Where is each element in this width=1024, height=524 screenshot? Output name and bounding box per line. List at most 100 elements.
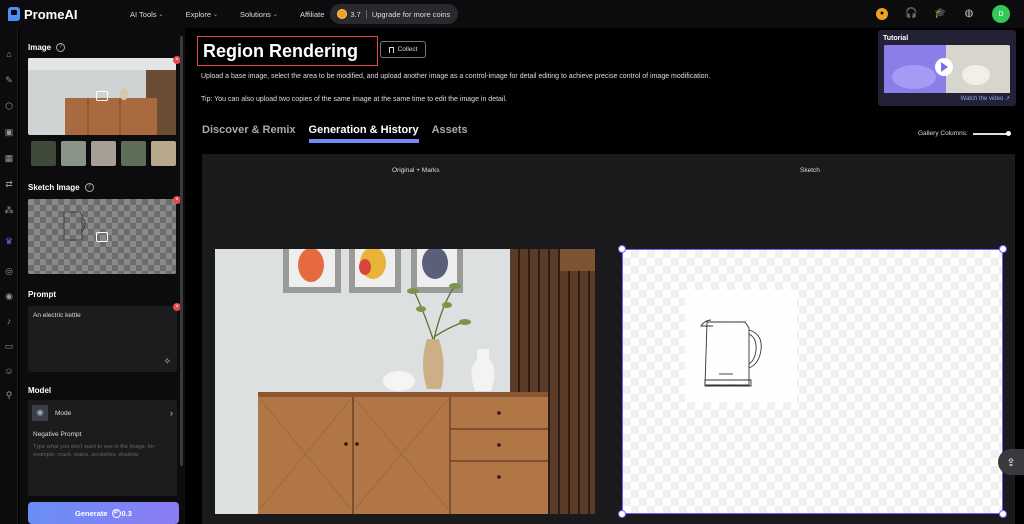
coin-balance: 3.7 xyxy=(350,9,361,19)
bell-icon[interactable]: ♪ xyxy=(3,315,15,327)
original-marks-label: Original + Marks xyxy=(392,167,440,174)
brush-icon[interactable]: ✎ xyxy=(3,74,15,86)
sample-thumbnail[interactable] xyxy=(151,141,176,166)
divider xyxy=(365,9,367,19)
tab-discover-remix[interactable]: Discover & Remix xyxy=(202,124,296,143)
sketch-canvas[interactable] xyxy=(622,249,1003,514)
prompt-label: Prompt xyxy=(28,290,56,299)
model-selector[interactable]: ✺ Mode › xyxy=(28,400,177,426)
crop-handle-bottom-left[interactable] xyxy=(618,510,626,518)
negative-prompt-placeholder: Type what you don't want to see in the i… xyxy=(33,444,155,458)
settings-panel: Image ? × Sketch Image ? × Prompt An ele… xyxy=(19,28,185,524)
help-icon[interactable]: ? xyxy=(84,183,94,192)
negative-prompt-label: Negative Prompt xyxy=(33,431,82,438)
negative-prompt-field[interactable]: Negative Prompt Type what you don't want… xyxy=(28,426,177,459)
top-navigation-bar: PromeAI AI Tools ⌄ Explore ⌄ Solutions ⌄ Af… xyxy=(0,0,1024,28)
model-label: Model xyxy=(28,386,52,395)
chevron-down-icon: ⌄ xyxy=(213,11,219,18)
prompt-input[interactable]: An electric kettle ✧ xyxy=(28,306,177,372)
crop-handle-bottom-right[interactable] xyxy=(999,510,1007,518)
graduation-cap-icon[interactable]: 🎓 xyxy=(934,8,946,20)
collect-button[interactable]: Collect xyxy=(380,41,426,58)
tab-generation-history[interactable]: Generation & History xyxy=(308,124,419,143)
coin-icon xyxy=(337,9,348,19)
swap-icon[interactable]: ⇄ xyxy=(3,178,15,190)
base-image-upload[interactable] xyxy=(28,58,176,135)
prompt-value: An electric kettle xyxy=(33,312,81,319)
coin-p-icon: P xyxy=(111,508,121,518)
collect-label: Collect xyxy=(397,46,418,53)
page-title: Region Rendering xyxy=(197,36,378,66)
room-photo xyxy=(215,249,595,514)
magic-wand-icon[interactable]: ✧ xyxy=(163,356,171,367)
content-tabs: Discover & Remix Generation & History As… xyxy=(202,124,481,143)
sample-thumbnail[interactable] xyxy=(91,141,116,166)
avatar[interactable]: D xyxy=(992,5,1010,23)
brand-name: PromeAI xyxy=(24,6,78,22)
kettle-sketch xyxy=(685,290,797,402)
model-section-title: Model xyxy=(28,386,51,395)
image-section-title: Image ? xyxy=(28,43,66,52)
sample-thumbnail[interactable] xyxy=(31,141,56,166)
generate-cost: 0.3 xyxy=(121,508,132,518)
panel-scrollbar[interactable] xyxy=(180,36,183,466)
chevron-down-icon: ⌄ xyxy=(272,11,278,18)
tutorial-title: Tutorial xyxy=(883,35,909,42)
promeai-logo[interactable]: PromeAI xyxy=(8,7,118,22)
share-icon[interactable]: ⇪ xyxy=(998,449,1024,475)
left-icon-rail: ⌂ ✎ ⬡ ▣ ▦ ⇄ ⁂ ♛ ◎ ◉ ♪ ▭ ☺ ⚲ xyxy=(0,28,18,524)
chevron-down-icon: ⌄ xyxy=(158,11,164,18)
crop-handle-top-right[interactable] xyxy=(999,245,1007,253)
sample-thumbnail[interactable] xyxy=(61,141,86,166)
nav-explore[interactable]: Explore ⌄ xyxy=(186,10,218,19)
generate-button[interactable]: Generate P 0.3 xyxy=(28,502,179,524)
folder-icon[interactable]: ▭ xyxy=(3,340,15,352)
headset-icon[interactable]: 🎧 xyxy=(905,8,917,20)
sample-thumbnail[interactable] xyxy=(121,141,146,166)
run-icon[interactable]: ⚲ xyxy=(3,389,15,401)
add-image-icon xyxy=(96,232,108,242)
gallery-columns-label: Gallery Columns: xyxy=(918,130,968,137)
sketch-label: Sketch Image xyxy=(28,183,80,192)
generate-label: Generate xyxy=(75,508,108,518)
coin-icon[interactable]: ● xyxy=(876,8,888,20)
coins-upgrade-button[interactable]: 3.7 Upgrade for more coins xyxy=(330,4,459,24)
nav-solutions[interactable]: Solutions ⌄ xyxy=(240,10,278,19)
crown-icon[interactable]: ♛ xyxy=(3,235,15,247)
nav-affiliate[interactable]: Affiliate xyxy=(300,10,324,19)
tab-assets[interactable]: Assets xyxy=(432,124,468,143)
nav-ai-tools[interactable]: AI Tools ⌄ xyxy=(130,10,164,19)
compass-icon[interactable]: ◎ xyxy=(3,265,15,277)
model-card: ✺ Mode › Negative Prompt Type what you d… xyxy=(28,400,177,496)
page-tip: Tip: You can also upload two copies of t… xyxy=(201,96,507,103)
original-image[interactable] xyxy=(215,249,595,514)
chevron-right-icon: › xyxy=(170,408,173,418)
main-nav: AI Tools ⌄ Explore ⌄ Solutions ⌄ Affiliate … xyxy=(130,4,459,24)
image-icon[interactable]: ▣ xyxy=(3,126,15,138)
gallery-columns-slider[interactable] xyxy=(972,130,1011,136)
nav-affiliate-label: Affiliate xyxy=(299,9,325,19)
cube-icon[interactable]: ⬡ xyxy=(3,100,15,112)
logo-icon xyxy=(8,7,20,21)
grid-icon[interactable]: ▦ xyxy=(3,152,15,164)
tutorial-video[interactable] xyxy=(884,45,1010,101)
target-icon[interactable]: ◉ xyxy=(3,290,15,302)
add-image-icon xyxy=(96,91,108,101)
tutorial-card: Tutorial Watch the video ↗ xyxy=(878,30,1016,106)
image-label: Image xyxy=(28,43,52,52)
watch-video-link[interactable]: Watch the video ↗ xyxy=(961,95,1011,102)
top-right-icons: ● 🎧 🎓 ◍ D xyxy=(876,0,1024,28)
user-icon[interactable]: ☺ xyxy=(3,365,15,377)
globe-icon[interactable]: ◍ xyxy=(963,8,975,20)
model-icon: ✺ xyxy=(32,405,48,421)
prompt-section-title: Prompt xyxy=(28,290,56,299)
sketch-image-upload[interactable] xyxy=(28,199,176,274)
nav-explore-label: Explore xyxy=(185,9,212,19)
help-icon[interactable]: ? xyxy=(56,43,66,52)
home-icon[interactable]: ⌂ xyxy=(3,48,15,60)
apps-icon[interactable]: ⁂ xyxy=(3,204,15,216)
page-description: Upload a base image, select the area to … xyxy=(201,73,711,80)
crop-handle-top-left[interactable] xyxy=(618,245,626,253)
model-value: Mode xyxy=(55,409,72,417)
sample-thumbnails xyxy=(31,141,176,166)
